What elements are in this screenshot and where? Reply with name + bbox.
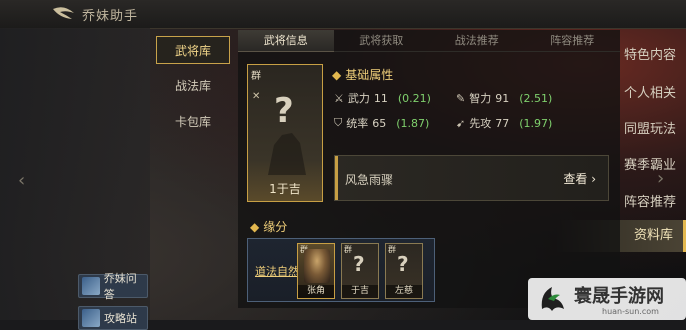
fate-name[interactable]: 道法自然 xyxy=(255,263,299,279)
tab-general-info[interactable]: 武将信息 xyxy=(238,30,334,52)
avatar-icon xyxy=(82,277,100,295)
subnav-generals[interactable]: 武将库 xyxy=(156,36,230,64)
attr-growth: (2.51) xyxy=(519,91,553,105)
skill-view-button[interactable]: 查看 › xyxy=(563,170,596,187)
tab-bar: 武将信息 武将获取 战法推荐 阵容推荐 xyxy=(238,30,620,52)
attr-intelligence: ✎ 智力 91 (2.51) xyxy=(456,90,552,106)
watermark-url: huan-sun.com xyxy=(602,307,659,316)
fate-member-card[interactable]: 群 ? 于吉 xyxy=(341,243,379,299)
attr-label: 统率 xyxy=(346,117,369,130)
attr-label: 先攻 xyxy=(469,117,492,130)
attr-value: 11 xyxy=(373,91,388,105)
crossed-swords-icon: ✕ xyxy=(252,91,261,102)
skill-box: 风急雨骤 查看 › xyxy=(334,155,609,201)
sword-icon: ⚔ xyxy=(334,91,344,105)
sub-nav: 武将库 战法库 卡包库 xyxy=(156,36,232,144)
member-name: 张角 xyxy=(298,285,334,298)
fate-member-card[interactable]: 群 张角 xyxy=(297,243,335,299)
diamond-icon: ◆ xyxy=(250,220,260,234)
member-name: 左慈 xyxy=(386,285,422,298)
attr-speed: ➹ 先攻 77 (1.97) xyxy=(456,115,552,131)
unknown-portrait-mark: ? xyxy=(353,252,365,276)
attr-force: ⚔ 武力 11 (0.21) xyxy=(334,90,431,106)
attr-growth: (1.87) xyxy=(396,116,430,130)
qa-button[interactable]: 乔妹问答 xyxy=(78,272,148,301)
faction-badge: 群 xyxy=(251,71,261,82)
guide-button-label: 攻略站 xyxy=(104,312,137,325)
attr-growth: (0.21) xyxy=(397,91,431,105)
attr-value: 91 xyxy=(495,91,510,105)
attr-label: 智力 xyxy=(469,92,492,105)
fate-title: ◆ 缘分 xyxy=(250,218,287,235)
skill-accent-bar xyxy=(335,156,338,200)
general-card[interactable]: 群 ✕ ? 1于吉 xyxy=(247,64,323,202)
speed-icon: ➹ xyxy=(456,116,466,130)
shield-icon: ⛉ xyxy=(334,116,343,129)
tab-lineup-recommend[interactable]: 阵容推荐 xyxy=(524,30,620,52)
basic-attrs-title: ◆ 基础属性 xyxy=(332,66,393,83)
guide-button[interactable]: 攻略站 xyxy=(78,306,148,330)
chevron-left-icon[interactable]: ‹ xyxy=(18,170,25,191)
attr-value: 65 xyxy=(372,116,387,130)
fate-box: 道法自然 群 张角 群 ? 于吉 群 ? 左慈 xyxy=(247,238,435,302)
silhouette-icon xyxy=(268,133,306,175)
tab-general-acquire[interactable]: 武将获取 xyxy=(333,30,429,52)
general-cost-name: 1于吉 xyxy=(269,182,301,196)
logo-icon xyxy=(53,7,74,19)
faction-badge: 群 xyxy=(388,245,396,254)
attr-growth: (1.97) xyxy=(519,116,553,130)
member-name: 于吉 xyxy=(342,285,378,298)
app-title: 乔妹助手 xyxy=(82,9,139,24)
attr-label: 武力 xyxy=(347,92,370,105)
basic-attrs-title-text: 基础属性 xyxy=(345,68,394,82)
attr-value: 77 xyxy=(495,116,510,130)
intelligence-icon: ✎ xyxy=(456,91,466,105)
fate-title-text: 缘分 xyxy=(263,220,288,234)
chevron-right-icon[interactable]: › xyxy=(657,168,664,189)
top-bar: 乔妹助手 xyxy=(0,0,686,29)
qa-button-label: 乔妹问答 xyxy=(103,272,137,301)
chevron-right-icon: › xyxy=(591,172,596,186)
skill-view-label: 查看 xyxy=(563,172,588,186)
watermark-text: 寰晟手游网 xyxy=(574,286,664,307)
subnav-tactics[interactable]: 战法库 xyxy=(156,72,230,100)
faction-badge: 群 xyxy=(344,245,352,254)
watermark-logo-icon xyxy=(541,287,564,311)
tab-tactic-recommend[interactable]: 战法推荐 xyxy=(429,30,525,52)
portrait xyxy=(304,249,330,283)
fate-member-card[interactable]: 群 ? 左慈 xyxy=(385,243,423,299)
unknown-portrait-mark: ? xyxy=(397,252,409,276)
avatar-icon xyxy=(82,309,100,327)
diamond-icon: ◆ xyxy=(332,68,342,82)
attr-command: ⛉ 统率 65 (1.87) xyxy=(334,115,429,131)
subnav-card-packs[interactable]: 卡包库 xyxy=(156,108,230,136)
skill-name: 风急雨骤 xyxy=(345,173,394,187)
